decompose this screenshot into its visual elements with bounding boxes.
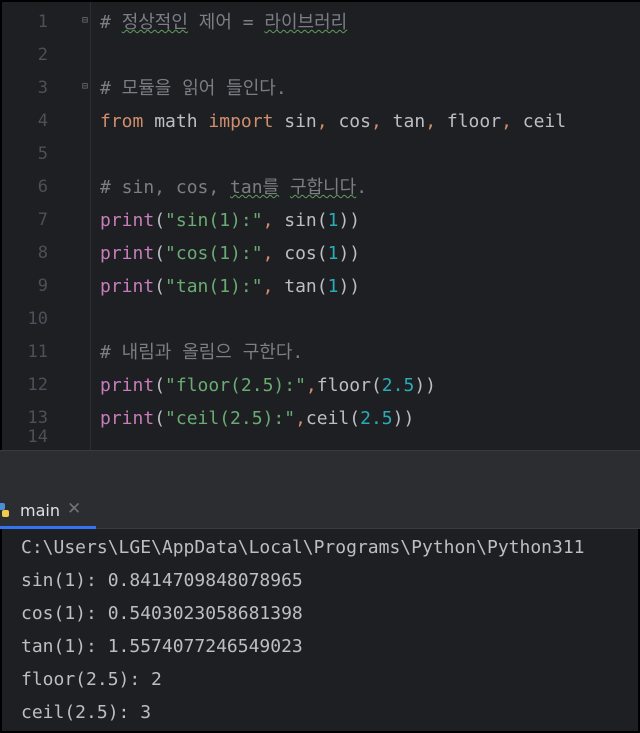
- code-line[interactable]: 5: [2, 138, 640, 171]
- code-line[interactable]: 11 # 내림과 올림으 구한다.: [2, 336, 640, 369]
- run-tab-main[interactable]: main ✕: [0, 496, 96, 529]
- code-line[interactable]: 13 print("ceil(2.5):",ceil(2.5)): [2, 402, 640, 435]
- python-icon: [0, 502, 10, 518]
- code-line[interactable]: 6 # sin, cos, tan를 구합니다.: [2, 171, 640, 204]
- code-text[interactable]: from math import sin, cos, tan, floor, c…: [100, 105, 566, 138]
- code-text[interactable]: # 정상적인 제어 = 라이브러리: [100, 6, 347, 39]
- console-output-line: cos(1): 0.5403023058681398: [21, 603, 303, 624]
- code-line[interactable]: 14: [2, 427, 640, 450]
- line-number: 12: [27, 375, 48, 395]
- console-output-line: sin(1): 0.8414709848078965: [21, 570, 303, 591]
- code-text[interactable]: print("floor(2.5):",floor(2.5)): [100, 369, 436, 402]
- run-console[interactable]: C:\Users\LGE\AppData\Local\Programs\Pyth…: [0, 529, 640, 733]
- console-output-line: floor(2.5): 2: [21, 669, 162, 690]
- close-icon[interactable]: ✕: [67, 499, 81, 519]
- line-number: 8: [37, 243, 48, 263]
- code-line[interactable]: 1 ⊟ # 정상적인 제어 = 라이브러리: [2, 6, 640, 39]
- line-number: 11: [27, 342, 48, 362]
- line-number: 6: [37, 177, 48, 197]
- code-line[interactable]: 10: [2, 303, 640, 336]
- code-line[interactable]: 12 print("floor(2.5):",floor(2.5)): [2, 369, 640, 402]
- run-tool-window-header: main ✕: [0, 488, 640, 529]
- code-line[interactable]: 8 print("cos(1):", cos(1)): [2, 237, 640, 270]
- line-number: 10: [27, 309, 48, 329]
- code-line[interactable]: 4 from math import sin, cos, tan, floor, …: [2, 105, 640, 138]
- line-number: 14: [27, 427, 48, 447]
- run-tab-label: main: [20, 501, 60, 520]
- code-line[interactable]: 7 print("sin(1):", sin(1)): [2, 204, 640, 237]
- code-text[interactable]: # 모듈을 읽어 들인다.: [100, 72, 287, 105]
- line-number: 7: [37, 210, 48, 230]
- code-line[interactable]: 3 ⊟ # 모듈을 읽어 들인다.: [2, 72, 640, 105]
- fold-icon[interactable]: ⊟: [82, 15, 92, 27]
- code-text[interactable]: # sin, cos, tan를 구합니다.: [100, 171, 367, 204]
- line-number: 2: [37, 45, 48, 65]
- code-text[interactable]: print("ceil(2.5):",ceil(2.5)): [100, 402, 414, 435]
- code-text[interactable]: print("cos(1):", cos(1)): [100, 237, 360, 270]
- code-text[interactable]: print("sin(1):", sin(1)): [100, 204, 360, 237]
- code-text[interactable]: print("tan(1):", tan(1)): [100, 270, 360, 303]
- code-editor[interactable]: 1 ⊟ # 정상적인 제어 = 라이브러리 2 3 ⊟ # 모듈을 읽어 들인다. 4 from…: [0, 0, 640, 450]
- console-output-line: C:\Users\LGE\AppData\Local\Programs\Pyth…: [21, 537, 585, 558]
- code-text[interactable]: # 내림과 올림으 구한다.: [100, 336, 303, 369]
- console-output-line: tan(1): 1.5574077246549023: [21, 636, 303, 657]
- line-number: 9: [37, 276, 48, 296]
- code-line[interactable]: 9 print("tan(1):", tan(1)): [2, 270, 640, 303]
- line-number: 3: [37, 78, 48, 98]
- line-number: 4: [37, 111, 48, 131]
- fold-icon[interactable]: ⊟: [82, 81, 92, 93]
- line-number: 1: [37, 12, 48, 32]
- panel-divider[interactable]: [0, 450, 640, 488]
- code-line[interactable]: 2: [2, 39, 640, 72]
- line-number: 5: [37, 144, 48, 164]
- console-output-line: ceil(2.5): 3: [21, 702, 152, 723]
